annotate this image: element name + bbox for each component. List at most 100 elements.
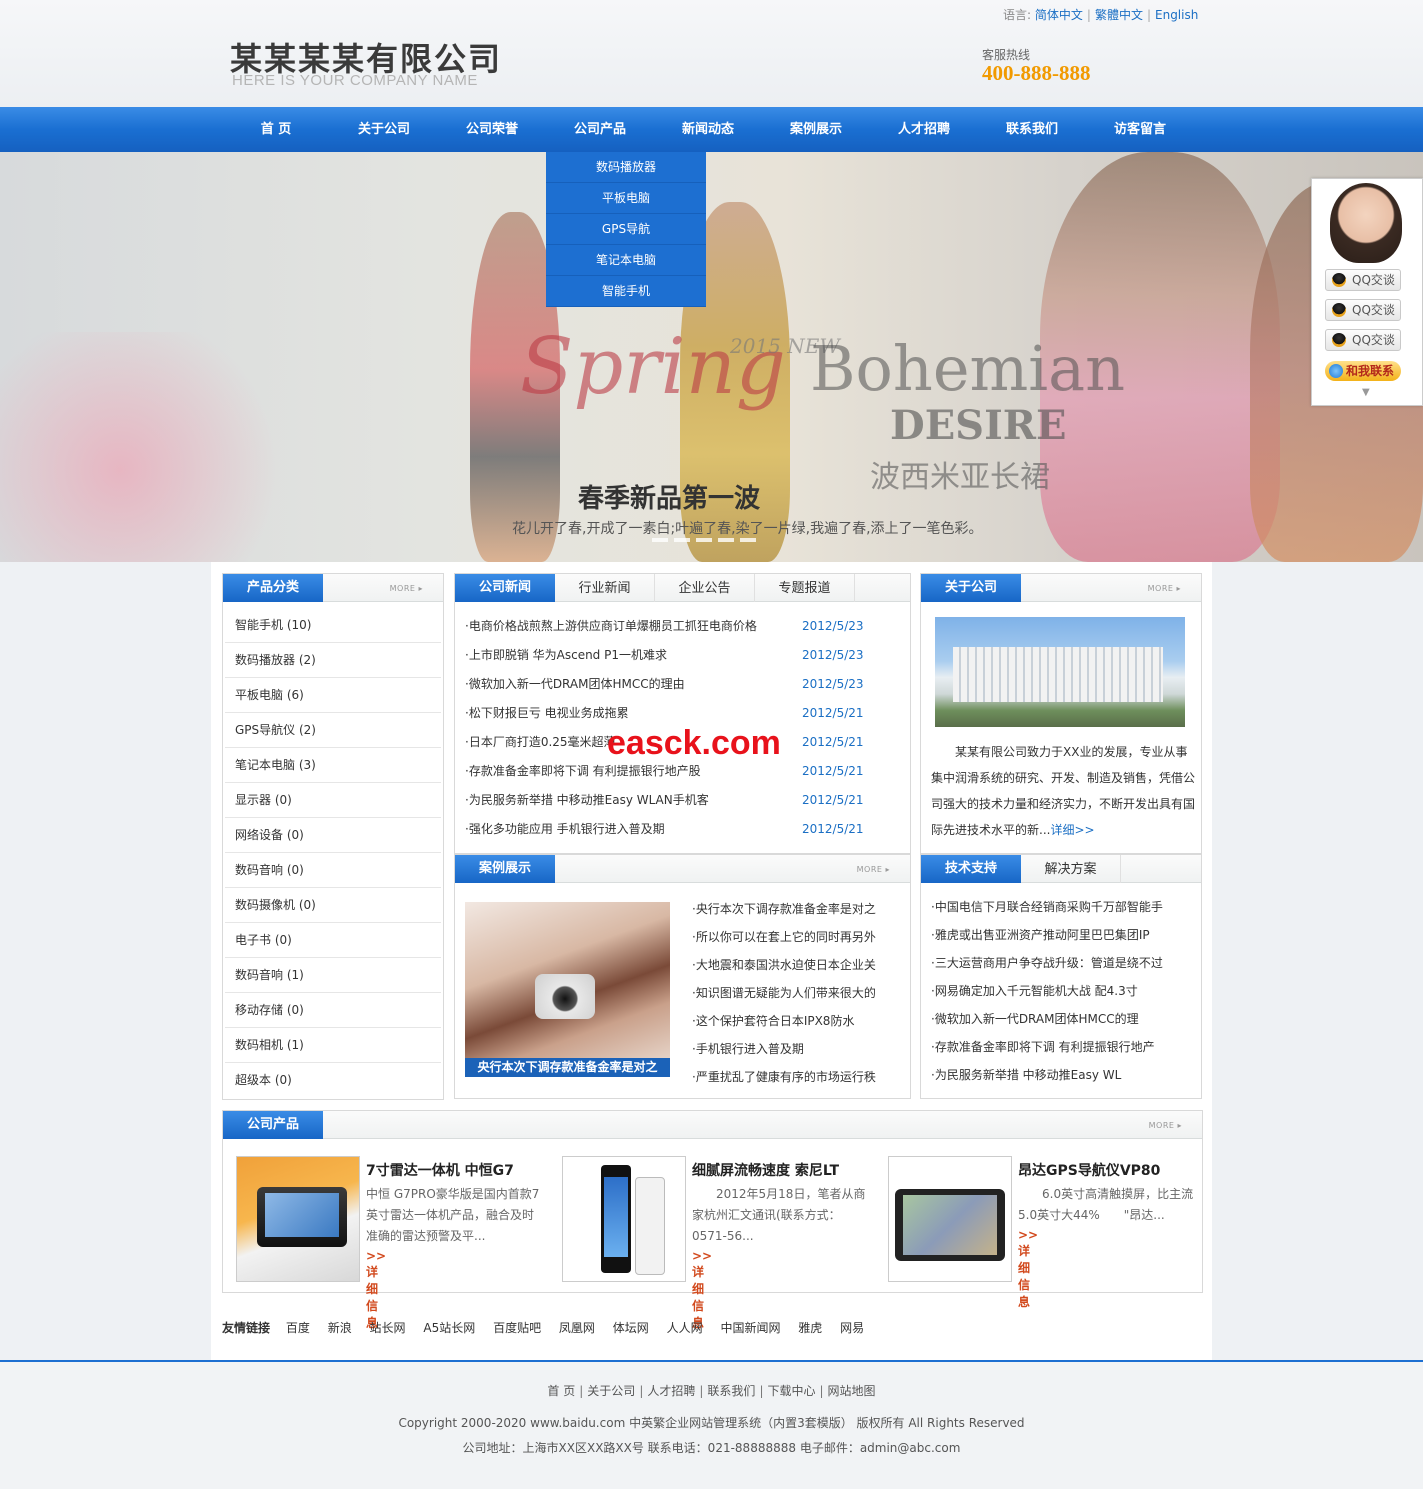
case-item[interactable]: ·严重扰乱了健康有序的市场运行秩 xyxy=(692,1063,876,1091)
footer-link-contact[interactable]: 联系我们 xyxy=(707,1384,755,1398)
more-link[interactable]: MORE ▸ xyxy=(857,865,890,874)
tab-announcements[interactable]: 企业公告 xyxy=(655,574,755,602)
tab-tech-support[interactable]: 技术支持 xyxy=(921,855,1021,883)
footer-link-about[interactable]: 关于公司 xyxy=(587,1384,635,1398)
lang-traditional-link[interactable]: 繁體中文 xyxy=(1095,8,1143,22)
case-image[interactable] xyxy=(465,902,670,1077)
tech-item[interactable]: ·雅虎或出售亚洲资产推动阿里巴巴集团IP xyxy=(931,921,1163,949)
category-item[interactable]: 数码摄像机 (0) xyxy=(225,888,441,923)
friend-link[interactable]: 网易 xyxy=(840,1321,864,1335)
hero-banner[interactable]: Spring 2015 NEW Bohemian DESIRE 波西米亚长裙 春… xyxy=(0,152,1423,562)
news-item[interactable]: ·电商价格战煎熬上游供应商订单爆棚员工抓狂电商价格 2012/5/23 xyxy=(465,612,895,641)
nav-item-cases[interactable]: 案例展示 xyxy=(762,107,870,152)
nav-item-news[interactable]: 新闻动态 xyxy=(654,107,762,152)
hotline-number: 400-888-888 xyxy=(982,61,1091,85)
friend-link[interactable]: 体坛网 xyxy=(613,1321,649,1335)
tech-item[interactable]: ·三大运营商用户争夺战升级：管道是绕不过 xyxy=(931,949,1163,977)
dropdown-item-gps[interactable]: GPS导航 xyxy=(546,214,706,245)
friend-link[interactable]: 新浪 xyxy=(328,1321,352,1335)
category-item[interactable]: 平板电脑 (6) xyxy=(225,678,441,713)
nav-item-guestbook[interactable]: 访客留言 xyxy=(1086,107,1194,152)
contact-me-button[interactable]: 和我联系 xyxy=(1325,361,1401,381)
banner-dot[interactable] xyxy=(696,538,712,542)
friend-link[interactable]: 百度贴吧 xyxy=(493,1321,541,1335)
product-name[interactable]: 7寸雷达一体机 中恒G7 xyxy=(366,1160,514,1180)
friend-link[interactable]: 凤凰网 xyxy=(559,1321,595,1335)
nav-item-jobs[interactable]: 人才招聘 xyxy=(870,107,978,152)
news-item[interactable]: ·为民服务新举措 中移动推Easy WLAN手机客 2012/5/21 xyxy=(465,786,895,815)
footer-link-jobs[interactable]: 人才招聘 xyxy=(647,1384,695,1398)
case-caption[interactable]: 央行本次下调存款准备金率是对之 xyxy=(465,1058,670,1077)
friend-link[interactable]: 中国新闻网 xyxy=(720,1321,780,1335)
nav-item-about[interactable]: 关于公司 xyxy=(330,107,438,152)
friend-link[interactable]: 站长网 xyxy=(370,1321,406,1335)
product-name[interactable]: 昂达GPS导航仪VP80 xyxy=(1018,1160,1160,1180)
banner-dot[interactable] xyxy=(718,538,734,542)
category-item[interactable]: 数码播放器 (2) xyxy=(225,643,441,678)
category-item[interactable]: 数码相机 (1) xyxy=(225,1028,441,1063)
tab-company-news[interactable]: 公司新闻 xyxy=(455,574,555,602)
about-detail-link[interactable]: 详细>> xyxy=(1050,823,1094,837)
tech-item[interactable]: ·存款准备金率即将下调 有利提振银行地产 xyxy=(931,1033,1163,1061)
company-building-image[interactable] xyxy=(935,617,1185,727)
category-item[interactable]: 笔记本电脑 (3) xyxy=(225,748,441,783)
tab-special-reports[interactable]: 专题报道 xyxy=(755,574,855,602)
nav-item-contact[interactable]: 联系我们 xyxy=(978,107,1086,152)
dropdown-item-tablet[interactable]: 平板电脑 xyxy=(546,183,706,214)
tech-item[interactable]: ·微软加入新一代DRAM团体HMCC的理 xyxy=(931,1005,1163,1033)
more-link[interactable]: MORE ▸ xyxy=(1149,1121,1182,1130)
banner-dot[interactable] xyxy=(652,538,668,542)
category-item[interactable]: 显示器 (0) xyxy=(225,783,441,818)
tech-item[interactable]: ·为民服务新举措 中移动推Easy WL xyxy=(931,1061,1163,1089)
category-item[interactable]: GPS导航仪 (2) xyxy=(225,713,441,748)
news-item[interactable]: ·强化多功能应用 手机银行进入普及期 2012/5/21 xyxy=(465,815,895,844)
dropdown-item-laptop[interactable]: 笔记本电脑 xyxy=(546,245,706,276)
banner-dot[interactable] xyxy=(740,538,756,542)
category-item[interactable]: 数码音响 (1) xyxy=(225,958,441,993)
dropdown-item-player[interactable]: 数码播放器 xyxy=(546,152,706,183)
friend-link[interactable]: A5站长网 xyxy=(423,1321,475,1335)
category-item[interactable]: 电子书 (0) xyxy=(225,923,441,958)
case-item[interactable]: ·知识图谱无疑能为人们带来很大的 xyxy=(692,979,876,1007)
nav-item-products[interactable]: 公司产品 xyxy=(546,107,654,152)
collapse-arrow-icon[interactable]: ▼ xyxy=(1362,387,1370,398)
footer-link-home[interactable]: 首 页 xyxy=(547,1384,575,1398)
case-item[interactable]: ·央行本次下调存款准备金率是对之 xyxy=(692,895,876,923)
friend-link[interactable]: 人人网 xyxy=(667,1321,703,1335)
category-item[interactable]: 超级本 (0) xyxy=(225,1063,441,1098)
case-item[interactable]: ·大地震和泰国洪水迫使日本企业关 xyxy=(692,951,876,979)
case-item[interactable]: ·这个保护套符合日本IPX8防水 xyxy=(692,1007,876,1035)
category-item[interactable]: 数码音响 (0) xyxy=(225,853,441,888)
lang-simplified-link[interactable]: 简体中文 xyxy=(1035,8,1083,22)
tab-industry-news[interactable]: 行业新闻 xyxy=(555,574,655,602)
friend-link[interactable]: 百度 xyxy=(286,1321,310,1335)
tech-item[interactable]: ·中国电信下月联合经销商采购千万部智能手 xyxy=(931,893,1163,921)
more-link[interactable]: MORE ▸ xyxy=(390,584,423,593)
nav-item-home[interactable]: 首 页 xyxy=(222,107,330,152)
dropdown-item-phone[interactable]: 智能手机 xyxy=(546,276,706,307)
lang-english-link[interactable]: English xyxy=(1155,8,1198,22)
product-more-link[interactable]: >>详细信息 xyxy=(1018,1228,1038,1310)
qq-chat-button[interactable]: QQ交谈 xyxy=(1325,329,1401,351)
more-link[interactable]: MORE ▸ xyxy=(1148,584,1181,593)
category-item[interactable]: 移动存储 (0) xyxy=(225,993,441,1028)
nav-item-honors[interactable]: 公司荣誉 xyxy=(438,107,546,152)
product-image[interactable] xyxy=(236,1156,360,1282)
qq-chat-button[interactable]: QQ交谈 xyxy=(1325,269,1401,291)
footer-link-sitemap[interactable]: 网站地图 xyxy=(828,1384,876,1398)
case-item[interactable]: ·所以你可以在套上它的同时再另外 xyxy=(692,923,876,951)
tech-item[interactable]: ·网易确定加入千元智能机大战 配4.3寸 xyxy=(931,977,1163,1005)
product-image[interactable] xyxy=(562,1156,686,1282)
tab-solutions[interactable]: 解决方案 xyxy=(1021,855,1121,883)
news-item[interactable]: ·微软加入新一代DRAM团体HMCC的理由 2012/5/23 xyxy=(465,670,895,699)
qq-chat-button[interactable]: QQ交谈 xyxy=(1325,299,1401,321)
friend-link[interactable]: 雅虎 xyxy=(798,1321,822,1335)
news-item[interactable]: ·上市即脱销 华为Ascend P1一机难求 2012/5/23 xyxy=(465,641,895,670)
case-item[interactable]: ·手机银行进入普及期 xyxy=(692,1035,876,1063)
category-item[interactable]: 智能手机 (10) xyxy=(225,608,441,643)
banner-dot[interactable] xyxy=(674,538,690,542)
product-name[interactable]: 细腻屏流畅速度 索尼LT xyxy=(692,1160,839,1180)
product-image[interactable] xyxy=(888,1156,1012,1282)
category-item[interactable]: 网络设备 (0) xyxy=(225,818,441,853)
footer-link-download[interactable]: 下载中心 xyxy=(767,1384,815,1398)
